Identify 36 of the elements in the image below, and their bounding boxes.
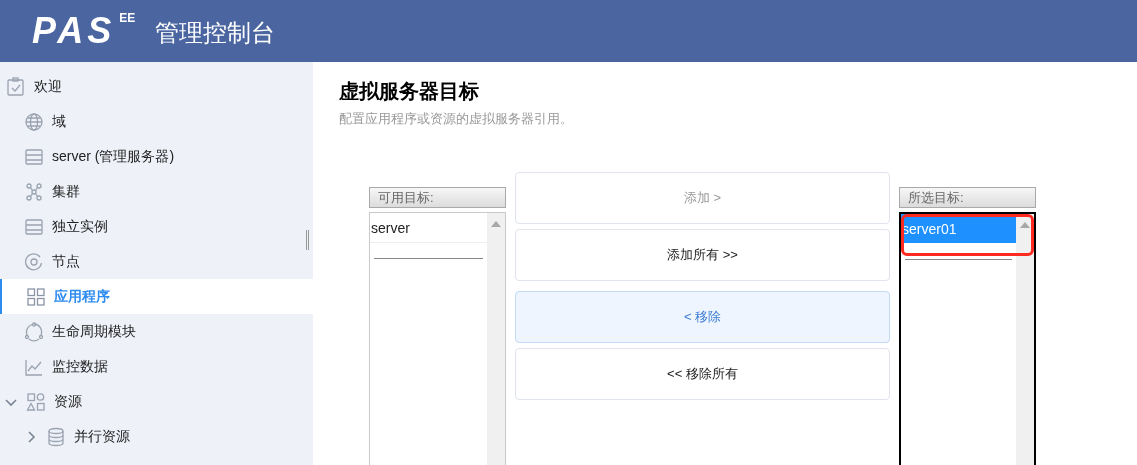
cluster-icon [24,181,44,202]
list-header: 所选目标: [899,186,1036,208]
sidebar-item[interactable]: 域 [0,104,313,139]
target-list[interactable]: server [369,211,506,465]
scroll-up-icon[interactable] [491,220,501,227]
page-subtitle: 配置应用程序或资源的虚拟服务器引用。 [339,110,574,128]
target-icon [24,251,44,272]
sidebar-item[interactable]: 生命周期模块 [0,314,313,349]
list-header: 可用目标: [369,186,506,208]
scroll-up-icon[interactable] [1020,221,1030,228]
resize-handle[interactable] [306,230,309,250]
sidebar-item[interactable]: server (管理服务器) [0,139,313,174]
shapes-icon [26,391,46,412]
server-icon [24,146,44,167]
transfer-button[interactable]: 添加所有 >> [515,228,890,281]
grid-icon [26,286,46,307]
app-title: 管理控制台 [155,18,276,48]
logo-superscript: EE [119,10,136,27]
server-icon [24,216,44,237]
scrollbar[interactable] [1016,213,1034,465]
sidebar-item[interactable]: 监控数据 [0,349,313,384]
transfer-button[interactable]: << 移除所有 [515,347,890,400]
globe-icon [24,111,44,132]
cycle-icon [24,321,44,342]
database-icon [46,426,66,447]
sidebar-item[interactable]: 资源 [0,384,313,419]
page-title: 虚拟服务器目标 [339,79,480,104]
checklist-icon [6,76,26,97]
scrollbar[interactable] [487,212,505,465]
sidebar-item[interactable]: 并行资源 [0,419,313,454]
sidebar-item[interactable]: 欢迎 [0,69,313,104]
sidebar-item[interactable]: 独立实例 [0,209,313,244]
transfer-button[interactable]: < 移除 [515,290,890,343]
sidebar-item[interactable]: 节点 [0,244,313,279]
sidebar-item[interactable]: 集群 [0,174,313,209]
logo: PAS [32,13,116,49]
